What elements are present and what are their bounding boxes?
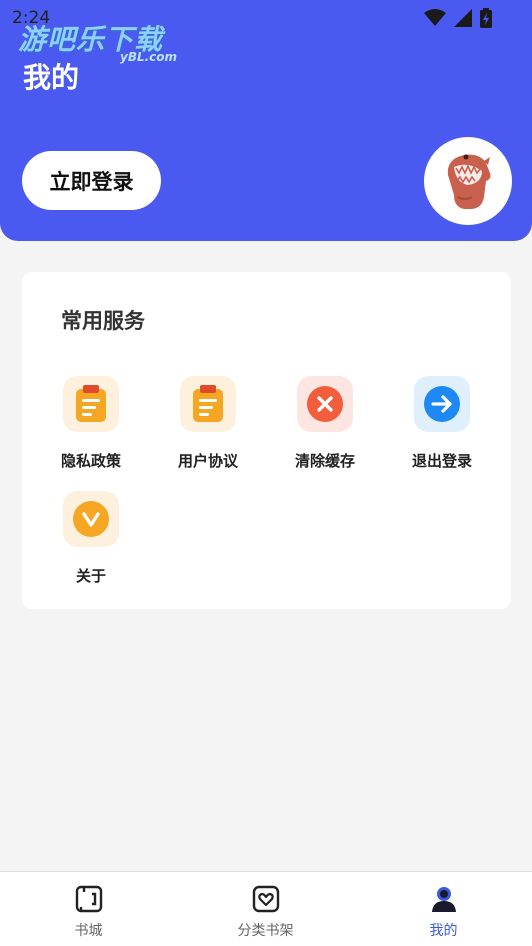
service-label: 隐私政策	[60, 452, 121, 470]
tab-label: 我的	[429, 923, 458, 939]
service-clear-cache[interactable]: 清除缓存	[275, 376, 375, 476]
clipboard-icon	[180, 376, 236, 432]
status-icons	[424, 8, 492, 28]
tab-bookstore[interactable]: 书城	[0, 872, 177, 946]
tab-profile[interactable]: 我的	[355, 872, 532, 946]
service-label: 关于	[75, 567, 106, 585]
services-card: 常用服务 隐私政策 用户协议 清除缓存 退出登录 关于	[22, 272, 511, 609]
profile-icon	[432, 887, 456, 912]
login-button[interactable]: 立即登录	[22, 151, 161, 210]
close-circle-icon	[297, 376, 353, 432]
bottom-tab-bar: 书城 分类书架 我的	[0, 871, 532, 946]
tab-bookshelf[interactable]: 分类书架	[177, 872, 354, 946]
service-label: 退出登录	[411, 452, 472, 470]
service-about[interactable]: 关于	[41, 491, 141, 591]
service-label: 用户协议	[177, 452, 238, 470]
service-label: 清除缓存	[294, 452, 355, 470]
bookshelf-icon	[252, 885, 280, 913]
watermark-sub: yBL.com	[120, 50, 178, 64]
wifi-icon	[424, 9, 446, 26]
bookstore-icon	[75, 885, 103, 913]
tab-label: 分类书架	[237, 923, 294, 939]
avatar[interactable]	[424, 137, 512, 225]
battery-icon	[480, 8, 492, 28]
clipboard-icon	[63, 376, 119, 432]
service-user-agreement[interactable]: 用户协议	[158, 376, 258, 476]
arrow-right-circle-icon	[414, 376, 470, 432]
page-title: 我的	[23, 61, 80, 94]
chevron-down-circle-icon	[63, 491, 119, 547]
service-privacy-policy[interactable]: 隐私政策	[41, 376, 141, 476]
dinosaur-avatar-icon	[447, 154, 491, 209]
signal-icon	[454, 9, 472, 27]
profile-header: 2:24 游吧乐下载 yBL.com 我的 立即登录	[0, 0, 532, 241]
services-title: 常用服务	[61, 309, 145, 333]
tab-label: 书城	[74, 923, 103, 939]
service-logout[interactable]: 退出登录	[392, 376, 492, 476]
